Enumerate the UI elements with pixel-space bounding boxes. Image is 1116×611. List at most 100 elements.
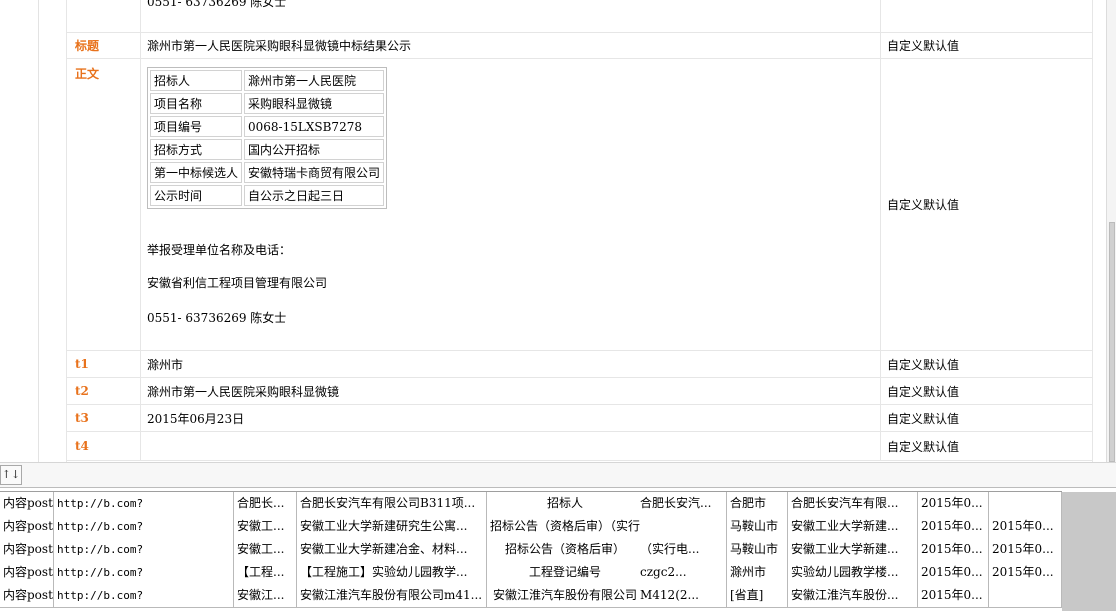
grid-cell-c9[interactable]: 2015年0...	[918, 538, 989, 561]
grid-cell-c8[interactable]: 实验幼儿园教学楼...	[788, 561, 918, 584]
field-row-t3: t3 2015年06月23日 自定义默认值	[67, 405, 1092, 432]
grid-cell-c8[interactable]: 合肥长安汽车有限...	[788, 492, 918, 515]
field-label-title: 标题	[67, 32, 141, 58]
grid-cell-c1[interactable]: 内容post	[0, 584, 54, 607]
field-default-title[interactable]: 自定义默认值	[881, 32, 1092, 58]
field-default-t2[interactable]: 自定义默认值	[881, 378, 1092, 404]
grid-cell-c2[interactable]: http://b.com?	[54, 515, 234, 538]
field-label-t3: t3	[67, 405, 141, 431]
grid-cell-c6-text: （实行电...	[640, 542, 700, 556]
grid-cell-c5-text: 招标公告（资格后审）	[504, 542, 625, 556]
field-value-body[interactable]: 招标人 滁州市第一人民医院 项目名称 采购眼科显微镜 项目编号 0068-15LXSB…	[141, 59, 881, 350]
grid-cell-c7[interactable]: 滁州市	[727, 561, 788, 584]
field-row-t4: t4 自定义默认值	[67, 432, 1092, 461]
grid-cell-c8[interactable]: 安徽工业大学新建...	[788, 538, 918, 561]
table-row[interactable]: 内容post http://b.com? 安徽江... 安徽江淮汽车股份有限公司m41…	[0, 584, 1062, 608]
field-default-t3[interactable]: 自定义默认值	[881, 405, 1092, 431]
field-row-title: 标题 滁州市第一人民医院采购眼科显微镜中标结果公示 自定义默认值	[67, 32, 1092, 59]
field-label-t1: t1	[67, 351, 141, 377]
grid-cell-c9[interactable]: 2015年0...	[918, 584, 989, 607]
grid-cell-c9[interactable]: 2015年0...	[918, 492, 989, 515]
grid-cell-c3[interactable]: 安徽工...	[234, 515, 297, 538]
grid-cell-c5-text: 工程登记编号	[528, 565, 601, 579]
grid-cell-c3[interactable]: 安徽工...	[234, 538, 297, 561]
field-label-body: 正文	[67, 59, 141, 350]
grid-cell-c2[interactable]: http://b.com?	[54, 492, 234, 515]
grid-cell-c7[interactable]: 马鞍山市	[727, 538, 788, 561]
field-value-title[interactable]: 滁州市第一人民医院采购眼科显微镜中标结果公示	[141, 32, 881, 58]
field-value-t4[interactable]	[141, 432, 881, 460]
table-row[interactable]: 内容post http://b.com? 安徽工... 安徽工业大学新建冶金、材料..…	[0, 538, 1062, 562]
report-label: 举报受理单位名称及电话：	[147, 243, 292, 257]
splitter-toolbar: ↑↓	[0, 462, 1116, 488]
grid-cell-c10[interactable]	[989, 584, 1062, 607]
grid-cell-c3[interactable]: 合肥长...	[234, 492, 297, 515]
grid-cell-c4[interactable]: 安徽江淮汽车股份有限公司m41...	[297, 584, 487, 607]
sort-arrows-icon[interactable]: ↑↓	[0, 465, 22, 485]
field-label-t4: t4	[67, 432, 141, 460]
grid-cell-c7[interactable]: [省直]	[727, 584, 788, 607]
grid-cell-c5[interactable]: 招标公告（资格后审） （实行电...	[487, 538, 727, 561]
grid-cell-c10[interactable]	[989, 492, 1062, 515]
field-row-t1: t1 滁州市 自定义默认值	[67, 351, 1092, 378]
grid-cell-c5[interactable]: 安徽江淮汽车股份有限公司 M412(2...	[487, 584, 727, 607]
grid-cell-c1[interactable]: 内容post	[0, 492, 54, 515]
bid-info-row: 项目编号 0068-15LXSB7278	[150, 116, 385, 137]
bid-info-row: 公示时间 自公示之日起三日	[150, 185, 385, 206]
field-table: 0551- 63736269 陈女士 标题 滁州市第一人民医院采购眼科显微镜中标…	[66, 0, 1093, 463]
grid-cell-c1[interactable]: 内容post	[0, 561, 54, 584]
bid-info-row: 招标方式 国内公开招标	[150, 139, 385, 160]
field-default-t4[interactable]: 自定义默认值	[881, 432, 1092, 460]
grid-cell-c5-text: 招标人	[546, 496, 583, 510]
scrollbar-thumb[interactable]	[1109, 222, 1115, 462]
grid-cell-c2[interactable]: http://b.com?	[54, 561, 234, 584]
table-row[interactable]: 内容post http://b.com? 合肥长... 合肥长安汽车有限公司B311项…	[0, 492, 1062, 516]
grid-cell-c9[interactable]: 2015年0...	[918, 561, 989, 584]
grid-cell-c10[interactable]: 2015年0...	[989, 561, 1062, 584]
grid-cell-c4[interactable]: 合肥长安汽车有限公司B311项...	[297, 492, 487, 515]
grid-cell-c4[interactable]: 【工程施工】实验幼儿园教学...	[297, 561, 487, 584]
grid-cell-c5[interactable]: 招标公告（资格后审）（实行电子...	[487, 515, 727, 538]
grid-cell-c6-text: 合肥长安汽...	[640, 496, 712, 510]
bid-info-table: 招标人 滁州市第一人民医院 项目名称 采购眼科显微镜 项目编号 0068-15LXSB…	[147, 67, 388, 209]
field-value-t1[interactable]: 滁州市	[141, 351, 881, 377]
grid-cell-c7[interactable]: 合肥市	[727, 492, 788, 515]
field-row-prev: 0551- 63736269 陈女士	[67, 0, 1092, 33]
grid-cell-c7[interactable]: 马鞍山市	[727, 515, 788, 538]
field-row-t2: t2 滁州市第一人民医院采购眼科显微镜 自定义默认值	[67, 378, 1092, 405]
table-row[interactable]: 内容post http://b.com? 【工程... 【工程施工】实验幼儿园教学..…	[0, 561, 1062, 585]
vertical-scrollbar[interactable]	[1106, 0, 1116, 462]
field-default-t1[interactable]: 自定义默认值	[881, 351, 1092, 377]
bid-info-row: 项目名称 采购眼科显微镜	[150, 93, 385, 114]
grid-cell-c5[interactable]: 工程登记编号 czgc2...	[487, 561, 727, 584]
grid-cell-c4[interactable]: 安徽工业大学新建冶金、材料...	[297, 538, 487, 561]
grid-cell-c10[interactable]: 2015年0...	[989, 515, 1062, 538]
report-phone: 0551- 63736269 陈女士	[147, 311, 287, 325]
grid-cell-c8[interactable]: 安徽工业大学新建...	[788, 515, 918, 538]
grid-cell-c4[interactable]: 安徽工业大学新建研究生公寓...	[297, 515, 487, 538]
grid-cell-c1[interactable]: 内容post	[0, 538, 54, 561]
field-value-t2[interactable]: 滁州市第一人民医院采购眼科显微镜	[141, 378, 881, 404]
grid-cell-c10[interactable]: 2015年0...	[989, 538, 1062, 561]
field-label-t2: t2	[67, 378, 141, 404]
grid-cell-c6-text: czgc2...	[640, 565, 687, 579]
grid-cell-c2[interactable]: http://b.com?	[54, 538, 234, 561]
grid-cell-c1[interactable]: 内容post	[0, 515, 54, 538]
table-row[interactable]: 内容post http://b.com? 安徽工... 安徽工业大学新建研究生公寓..…	[0, 515, 1062, 539]
grid-cell-c5-text: 招标公告（资格后审）（实行电子...	[490, 519, 640, 533]
grid-cell-c8[interactable]: 安徽江淮汽车股份...	[788, 584, 918, 607]
field-row-body: 正文 招标人 滁州市第一人民医院 项目名称 采购眼科显微镜 项目编号 0068-15L…	[67, 59, 1092, 351]
grid-cell-c9[interactable]: 2015年0...	[918, 515, 989, 538]
grid-cell-c3[interactable]: 【工程...	[234, 561, 297, 584]
prev-phone-text: 0551- 63736269 陈女士	[147, 0, 287, 9]
report-company: 安徽省利信工程项目管理有限公司	[147, 276, 328, 290]
field-value-t3[interactable]: 2015年06月23日	[141, 405, 881, 431]
gutter-divider	[38, 0, 39, 462]
grid-cell-c5-text: 安徽江淮汽车股份有限公司	[492, 588, 637, 602]
bid-info-row: 招标人 滁州市第一人民医院	[150, 70, 385, 91]
field-default-body[interactable]: 自定义默认值	[881, 59, 1092, 350]
grid-cell-c5[interactable]: 招标人 合肥长安汽...	[487, 492, 727, 515]
grid-cell-c3[interactable]: 安徽江...	[234, 584, 297, 607]
bid-info-row: 第一中标候选人 安徽特瑞卡商贸有限公司	[150, 162, 385, 183]
grid-cell-c2[interactable]: http://b.com?	[54, 584, 234, 607]
